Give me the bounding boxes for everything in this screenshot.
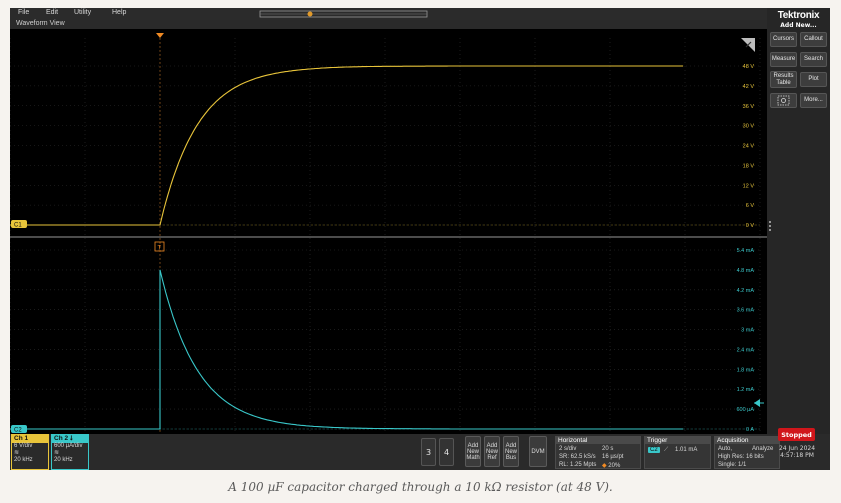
add-new-bus-button[interactable]: Add New Bus [503,436,519,467]
ch2-tick-label: 4.2 mA [737,288,755,294]
record-length: RL: 1.25 Mpts [559,462,597,468]
waveform-view-header: Waveform View [10,20,770,29]
run-stop-status[interactable]: Stopped [778,428,815,441]
ch2-bandwidth: 20 kHz [54,457,73,463]
dvm-label: DVM [531,448,545,455]
status-time: 4:57:18 PM [780,452,814,459]
ch2-name-text: Ch 2 [54,435,69,442]
sample-rate: SR: 62.5 kS/s [559,454,596,460]
ch2-tick-label: 3 mA [741,328,754,334]
trigger-level: 1.01 mA [675,447,698,453]
ch4-button[interactable]: 4 [439,438,454,466]
ch1-tick-label: 0 V [746,223,755,229]
ch1-coupling-icon: ≋ [14,450,20,456]
ch2-tick-label: 1.8 mA [737,367,755,373]
ch1-badge[interactable]: Ch 1 6 V/div ≋ 20 kHz [11,434,49,470]
waveform-area[interactable]: 48 V 42 V 36 V 30 V 24 V 18 V 12 V 6 V 0 V 5.4 m… [10,29,770,434]
ch1-name: Ch 1 [12,435,48,443]
ch2-tick-label: 5.4 mA [737,248,755,254]
add-math-line-3: Math [466,454,480,461]
ch1-ground-marker[interactable]: C1 [11,220,27,229]
horizontal-title: Horizontal [556,437,640,444]
trigger-marker-label: T [158,246,162,252]
dvm-button[interactable]: DVM [529,436,547,467]
trigger-title: Trigger [645,437,710,444]
add-new-ref-button[interactable]: Add New Ref [484,436,500,467]
date-time: 24 Jun 2024 4:57:18 PM [775,445,819,459]
ch1-tick-label: 24 V [743,144,755,150]
ch1-tick-label: 42 V [743,84,755,90]
menu-bar: File Edit Utility Help [10,8,770,20]
ch1-tick-label: 6 V [746,203,755,209]
ch2-tick-label: 0 A [746,427,754,433]
ch1-tick-label: 36 V [743,104,755,110]
add-ref-line-3: Ref [487,454,497,461]
ch2-tick-label: 2.4 mA [737,347,755,353]
results-table-line-2: Table [776,79,791,86]
waveform-view-label: Waveform View [16,20,65,27]
horizontal-position-value: 20% [608,463,621,469]
oscilloscope-screen: File Edit Utility Help Waveform View 48 … [10,8,830,470]
ch2-badge[interactable]: Ch 2 ⭣ 600 µA/div ≋ 20 kHz [51,434,89,470]
zoom-grid-button[interactable] [770,93,797,108]
add-new-label: Add New... [780,22,817,29]
acquisition-analyze: Analyze [752,446,774,452]
ch1-tick-label: 30 V [743,124,755,130]
horizontal-position: ◆ 20% [602,462,620,469]
rising-edge-icon: ⟋ [664,447,669,453]
acquisition-resolution: High Res: 16 bits [718,454,764,460]
time-per-point: 16 µs/pt [602,454,624,460]
acquisition-title: Acquisition [715,437,779,444]
measure-button[interactable]: Measure [770,52,797,67]
ch2-tick-label: 1.2 mA [737,387,755,393]
ch2-name: Ch 2 ⭣ [52,435,88,443]
plot-button[interactable]: Plot [800,72,827,87]
search-button[interactable]: Search [800,52,827,67]
ch2-coupling-icon: ≋ [54,450,60,456]
right-panel: Tektronix Add New... Cursors Callout Mea… [767,8,830,434]
status-date: 24 Jun 2024 [778,445,816,452]
add-new-math-button[interactable]: Add New Math [465,436,481,467]
zoom-grid-icon [777,95,790,106]
results-table-line-1: Results [773,72,794,79]
add-bus-line-3: Bus [505,454,517,461]
acquisition-single: Single: 1/1 [718,462,747,468]
acquisition-mode: Auto, [718,446,733,452]
acquisition-panel[interactable]: Acquisition Auto, Analyze High Res: 16 b… [714,436,780,469]
trigger-source: C2 [648,447,660,453]
ch1-tick-label: 12 V [743,183,755,189]
ch2-tick-label: 3.6 mA [737,308,755,314]
ch2-marker-label: C2 [14,428,22,434]
ch1-tick-label: 48 V [743,64,755,70]
trigger-panel[interactable]: Trigger C2 ⟋ 1.01 mA [644,436,711,469]
ch1-scale: 6 V/div [14,443,33,449]
ch2-tick-label: 4.8 mA [737,268,755,274]
cursors-button[interactable]: Cursors [770,32,797,47]
callout-button[interactable]: Callout [800,32,827,47]
horizontal-duration: 20 s [602,446,614,452]
results-table-button[interactable]: Results Table [770,71,797,88]
ch3-button[interactable]: 3 [421,438,436,466]
record-position-bar[interactable] [10,8,770,20]
position-marker-icon: ◆ [602,463,607,469]
tektronix-logo: Tektronix [777,10,820,21]
ch2-scale: 600 µA/div [54,443,83,449]
horizontal-scale: 2 s/div [559,446,577,452]
ch1-tick-label: 18 V [743,163,755,169]
ch2-ground-marker[interactable]: C2 [11,425,27,434]
ch2-tick-label: 600 µA [736,407,754,413]
ch1-bandwidth: 20 kHz [14,457,33,463]
settings-bar: Ch 1 6 V/div ≋ 20 kHz Ch 2 ⭣ 600 µA/div … [10,434,830,470]
more-button[interactable]: More... [800,93,827,108]
ch2-trigger-icon: ⭣ [69,435,73,442]
figure-caption: A 100 µF capacitor charged through a 10 … [228,480,613,494]
horizontal-panel[interactable]: Horizontal 2 s/div 20 s SR: 62.5 kS/s 16… [555,436,641,469]
ch1-marker-label: C1 [14,223,22,229]
panel-drag-handle[interactable] [768,220,772,232]
